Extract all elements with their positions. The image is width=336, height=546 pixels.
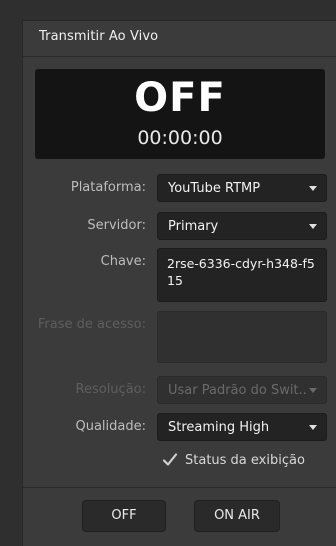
live-stream-panel: Transmitir Ao Vivo OFF 00:00:00 Platafor…: [22, 20, 336, 546]
passphrase-field[interactable]: [157, 311, 327, 363]
resolution-label: Resolução:: [75, 382, 146, 397]
show-status-label: Status da exibição: [185, 453, 305, 468]
quality-dropdown[interactable]: Streaming High: [157, 413, 327, 441]
server-value: Primary: [168, 219, 219, 234]
stream-timer: 00:00:00: [137, 127, 223, 149]
checkmark-icon: [162, 453, 178, 466]
stream-status-display: OFF 00:00:00: [35, 69, 325, 159]
platform-value: YouTube RTMP: [168, 181, 261, 196]
resolution-value: Usar Padrão do Swit...: [168, 383, 308, 398]
on-air-button[interactable]: ON AIR: [194, 500, 280, 532]
chevron-down-icon: [309, 388, 317, 393]
chevron-down-icon: [309, 425, 317, 430]
resolution-dropdown[interactable]: Usar Padrão do Swit...: [157, 376, 327, 404]
key-field[interactable]: 2rse-6336-cdyr-h348-f515: [157, 248, 327, 302]
chevron-down-icon: [309, 186, 317, 191]
key-label: Chave:: [100, 254, 146, 269]
panel-header: Transmitir Ao Vivo: [23, 21, 336, 57]
panel-footer: [23, 487, 336, 546]
key-value: 2rse-6336-cdyr-h348-f515: [167, 256, 315, 288]
chevron-down-icon: [309, 224, 317, 229]
platform-dropdown[interactable]: YouTube RTMP: [157, 174, 327, 202]
platform-label: Plataforma:: [70, 180, 146, 195]
passphrase-label: Frase de acesso:: [37, 317, 146, 332]
quality-label: Qualidade:: [75, 419, 146, 434]
off-button[interactable]: OFF: [82, 500, 166, 532]
quality-value: Streaming High: [168, 420, 270, 435]
server-dropdown[interactable]: Primary: [157, 212, 327, 240]
stream-state: OFF: [134, 75, 226, 121]
panel-title: Transmitir Ao Vivo: [39, 29, 159, 44]
server-label: Servidor:: [87, 218, 146, 233]
